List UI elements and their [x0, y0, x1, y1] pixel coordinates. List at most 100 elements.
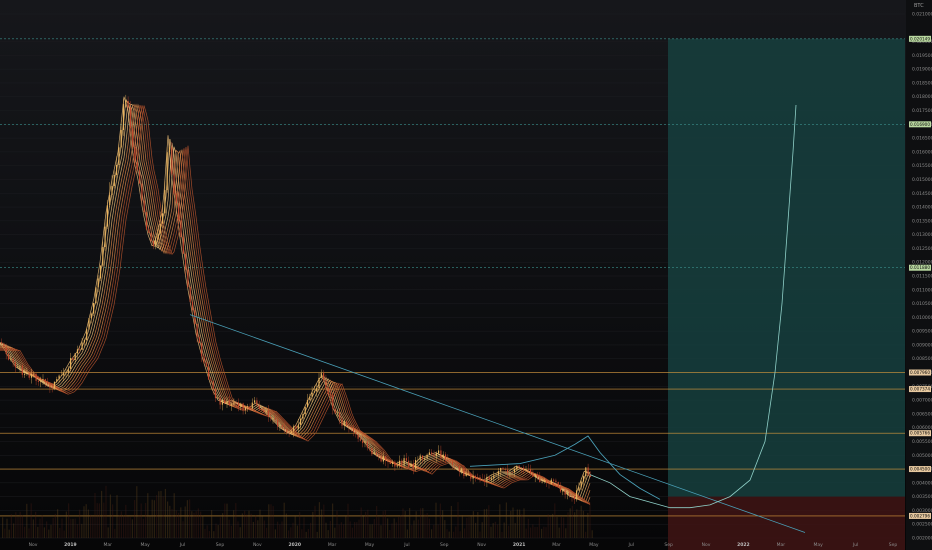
price-chart[interactable]: 0.0210000.0200000.0195000.0190000.018500…	[0, 0, 932, 550]
volume-bar	[206, 525, 208, 538]
volume-bar	[472, 511, 474, 538]
candle	[132, 128, 134, 147]
x-tick-label: Mar	[328, 542, 337, 548]
candle	[33, 373, 35, 375]
volume-bar	[114, 528, 116, 538]
chart-area[interactable]: 0.021000 0.020000 0.019500 0.019000 0.018500…	[0, 0, 932, 550]
volume-bar	[167, 501, 169, 538]
y-tick-label: 0.011500	[912, 274, 932, 280]
candle	[587, 467, 589, 475]
candle	[578, 487, 580, 491]
candle	[272, 418, 274, 419]
candle	[83, 340, 85, 343]
candle	[293, 426, 295, 432]
x-tick-label: Jul	[179, 542, 185, 548]
volume-bar	[479, 531, 481, 538]
volume-bar	[591, 530, 593, 538]
candle	[155, 239, 157, 247]
candle	[546, 480, 548, 483]
candle	[44, 379, 46, 382]
candle	[479, 477, 481, 480]
candle	[28, 373, 30, 378]
volume-bar	[527, 518, 529, 538]
candle	[180, 220, 182, 238]
volume-bar	[270, 504, 272, 538]
candle	[24, 373, 26, 375]
volume-bar	[131, 519, 133, 538]
volume-bar	[134, 499, 136, 538]
candle	[1, 342, 3, 344]
volume-bar	[272, 506, 274, 538]
volume-bar	[435, 502, 437, 538]
volume-bar	[519, 509, 521, 538]
ma-line	[0, 96, 591, 497]
volume-bar	[307, 529, 309, 538]
volume-bar	[140, 503, 142, 538]
y-tick-label: 0.002500	[912, 522, 932, 528]
candle	[145, 212, 148, 230]
volume-bar	[63, 530, 65, 538]
volume-bar	[398, 517, 400, 538]
volume-bar	[378, 517, 380, 538]
candle	[447, 459, 449, 462]
candle	[5, 347, 7, 355]
candle	[67, 368, 69, 373]
candle	[231, 404, 233, 406]
price-badge-label: 0.016900	[910, 122, 930, 127]
volume-bar	[508, 525, 510, 538]
y-tick-label: 0.012500	[912, 246, 932, 252]
volume-bar	[470, 515, 472, 538]
candle	[139, 170, 141, 184]
volume-bar	[556, 516, 558, 538]
x-tick-label: May	[365, 542, 375, 548]
volume-bar	[587, 512, 589, 538]
loss-zone	[668, 496, 905, 550]
volume-bar	[543, 526, 545, 538]
volume-bar	[505, 502, 507, 538]
y-tick-label: 0.017500	[912, 108, 932, 114]
candle	[435, 453, 437, 457]
volume-bar	[468, 517, 470, 538]
candle	[500, 467, 502, 472]
x-tick-label: Nov	[477, 542, 486, 548]
candle	[318, 377, 320, 389]
candle	[277, 419, 279, 427]
candle	[56, 379, 58, 382]
y-tick-label: 0.008500	[912, 356, 932, 362]
ma-line	[0, 103, 591, 500]
volume-bar	[393, 518, 395, 538]
candle	[221, 399, 223, 405]
candle	[378, 454, 380, 457]
volume-bar	[464, 528, 466, 538]
volume-bar	[230, 525, 232, 538]
volume-bar	[70, 518, 72, 538]
volume-bar	[327, 530, 329, 538]
candle	[502, 467, 504, 470]
candle	[210, 379, 212, 381]
volume-bar	[329, 520, 331, 538]
y-tick-label: 0.013500	[912, 218, 932, 224]
candle	[150, 232, 152, 242]
candle	[42, 379, 44, 381]
volume-bar	[285, 513, 287, 538]
candle	[3, 343, 5, 348]
candles	[1, 94, 591, 504]
candle	[493, 475, 495, 479]
volume-bar	[547, 514, 549, 538]
volume-bar	[345, 516, 347, 538]
candle	[224, 399, 226, 404]
candle	[580, 481, 582, 488]
candle	[371, 448, 373, 455]
volume-bar	[316, 531, 318, 538]
volume-bar	[237, 521, 239, 538]
candle	[97, 278, 99, 288]
candle	[297, 424, 299, 429]
volume-bar	[499, 504, 501, 538]
candle	[426, 454, 428, 459]
y-tick-label: 0.016000	[912, 149, 932, 155]
price-badge-label: 0.007960	[910, 370, 930, 375]
volume-bar	[294, 516, 296, 538]
candle	[189, 287, 191, 302]
candle	[458, 466, 460, 472]
volume-bar	[516, 509, 518, 538]
